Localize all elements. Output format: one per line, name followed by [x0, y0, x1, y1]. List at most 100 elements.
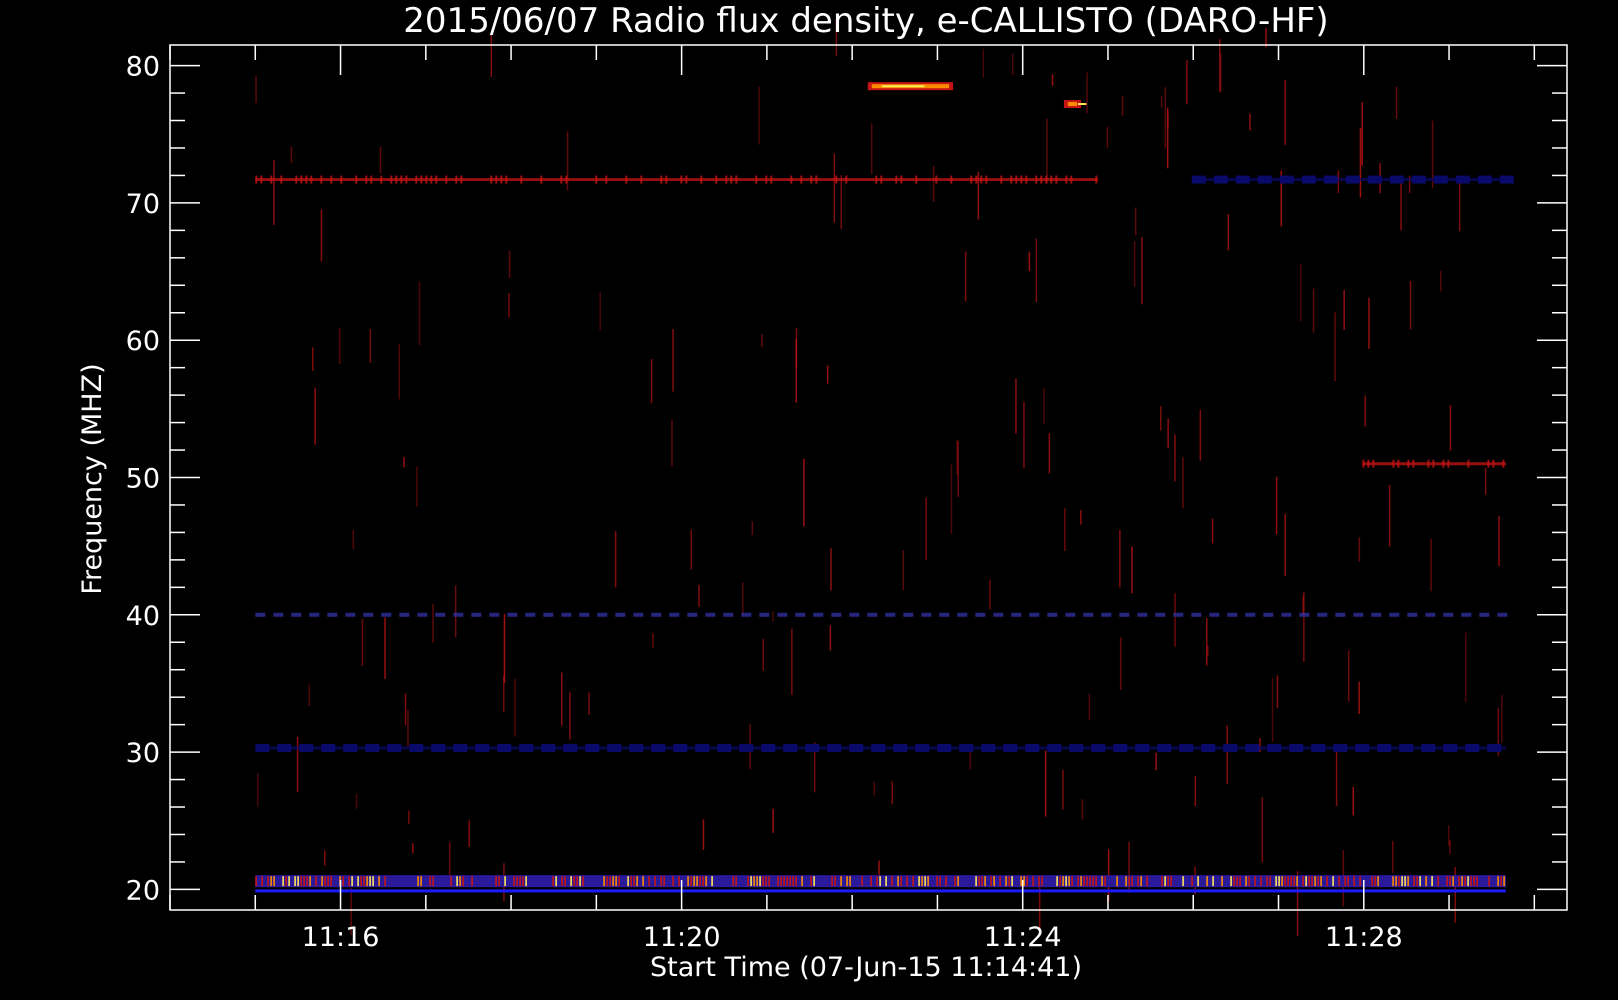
streak-mark [296, 736, 299, 793]
band-segment [255, 612, 266, 617]
x-tick-label: 11:24 [984, 922, 1062, 953]
band-cell [340, 175, 343, 184]
band-cell [640, 175, 643, 184]
streak-mark [403, 457, 405, 468]
band-cell [504, 876, 506, 887]
band-cell [456, 876, 458, 887]
band-cell [1254, 876, 1256, 887]
band-cell [702, 876, 704, 887]
streak-mark [1048, 433, 1051, 474]
band-cell [1020, 175, 1023, 184]
band-segment [741, 612, 752, 617]
y-tick-label: 20 [126, 875, 160, 906]
streak-mark [1261, 796, 1264, 863]
band-cell [305, 175, 308, 184]
band-cell [1000, 175, 1003, 184]
band-segment [1047, 612, 1058, 617]
streak-mark [1119, 637, 1122, 690]
band-segment [975, 612, 986, 617]
band-cell [1314, 876, 1316, 887]
band-cell [430, 175, 433, 184]
band-cell [459, 876, 461, 887]
streak-mark [355, 793, 358, 809]
streak-mark [1358, 537, 1361, 562]
streak-mark [1081, 799, 1084, 820]
streak-mark [1409, 280, 1412, 330]
band-cell [1032, 876, 1034, 887]
band-cell [633, 876, 635, 887]
band-cell [1080, 876, 1082, 887]
band-cell [1137, 876, 1139, 887]
streak-mark [762, 638, 764, 671]
burst-core [1067, 102, 1077, 107]
band-cell [348, 876, 350, 887]
streak-mark [1062, 769, 1064, 810]
band-cell [330, 175, 333, 184]
band-cell [1413, 876, 1415, 887]
band-cell [1367, 459, 1370, 468]
streak-mark [932, 165, 935, 202]
streak-mark [1501, 695, 1503, 743]
streak-mark [320, 209, 323, 262]
streak-mark [1343, 290, 1345, 330]
band-cell [1431, 876, 1433, 887]
band-cell [1212, 876, 1214, 887]
streak-mark [312, 347, 314, 371]
streak-mark [412, 843, 414, 854]
band-cell [879, 876, 881, 887]
burst-peak [881, 85, 925, 88]
streak-mark [588, 692, 590, 715]
streak-mark [1498, 515, 1500, 567]
streak-mark [314, 387, 316, 445]
band-cell [320, 175, 323, 184]
band-cell [750, 876, 752, 887]
band-cell [618, 876, 620, 887]
streak-mark [1352, 787, 1354, 816]
band-cell [1487, 459, 1490, 468]
band-cell [355, 175, 358, 184]
streak-mark [950, 464, 953, 535]
band-segment [1407, 612, 1418, 617]
band-cell [1040, 175, 1043, 184]
band-cell [297, 876, 299, 887]
band-cell [765, 876, 767, 887]
band-cell [417, 876, 419, 887]
band-cell [810, 175, 813, 184]
band-cell [1317, 876, 1319, 887]
band-segment [957, 612, 968, 617]
streak-mark [1448, 825, 1450, 847]
streak-mark [1259, 738, 1261, 752]
band-cell [285, 876, 287, 887]
band-cell [495, 876, 497, 887]
band-cell [1311, 876, 1313, 887]
streak-mark [1284, 80, 1286, 145]
y-tick-label: 40 [126, 601, 160, 632]
streak-mark [1043, 387, 1045, 425]
band-cell [1397, 459, 1400, 468]
band-cell [680, 175, 683, 184]
x-tick-label: 11:16 [302, 922, 380, 953]
streak-mark [829, 625, 832, 651]
band-cell [415, 175, 418, 184]
band-cell [1116, 876, 1118, 887]
band-cell [1284, 876, 1286, 887]
streak-mark [1395, 86, 1398, 119]
band-cell [513, 876, 515, 887]
band-cell [1245, 876, 1247, 887]
band-cell [495, 175, 498, 184]
band-cell [1473, 876, 1475, 887]
band-cell [936, 876, 938, 887]
streak-mark [514, 678, 516, 737]
band-cell [300, 876, 302, 887]
band-cell [1412, 459, 1415, 468]
streak-mark [1160, 406, 1162, 431]
band-cell [795, 876, 797, 887]
band-cell [1446, 876, 1448, 887]
streak-mark [1167, 418, 1169, 449]
streak-mark [1174, 434, 1176, 482]
burst-peak [1077, 103, 1087, 106]
streak-mark [1219, 39, 1221, 92]
streak-mark [1064, 508, 1066, 551]
streak-mark [791, 628, 793, 695]
streak-mark [1284, 513, 1286, 576]
